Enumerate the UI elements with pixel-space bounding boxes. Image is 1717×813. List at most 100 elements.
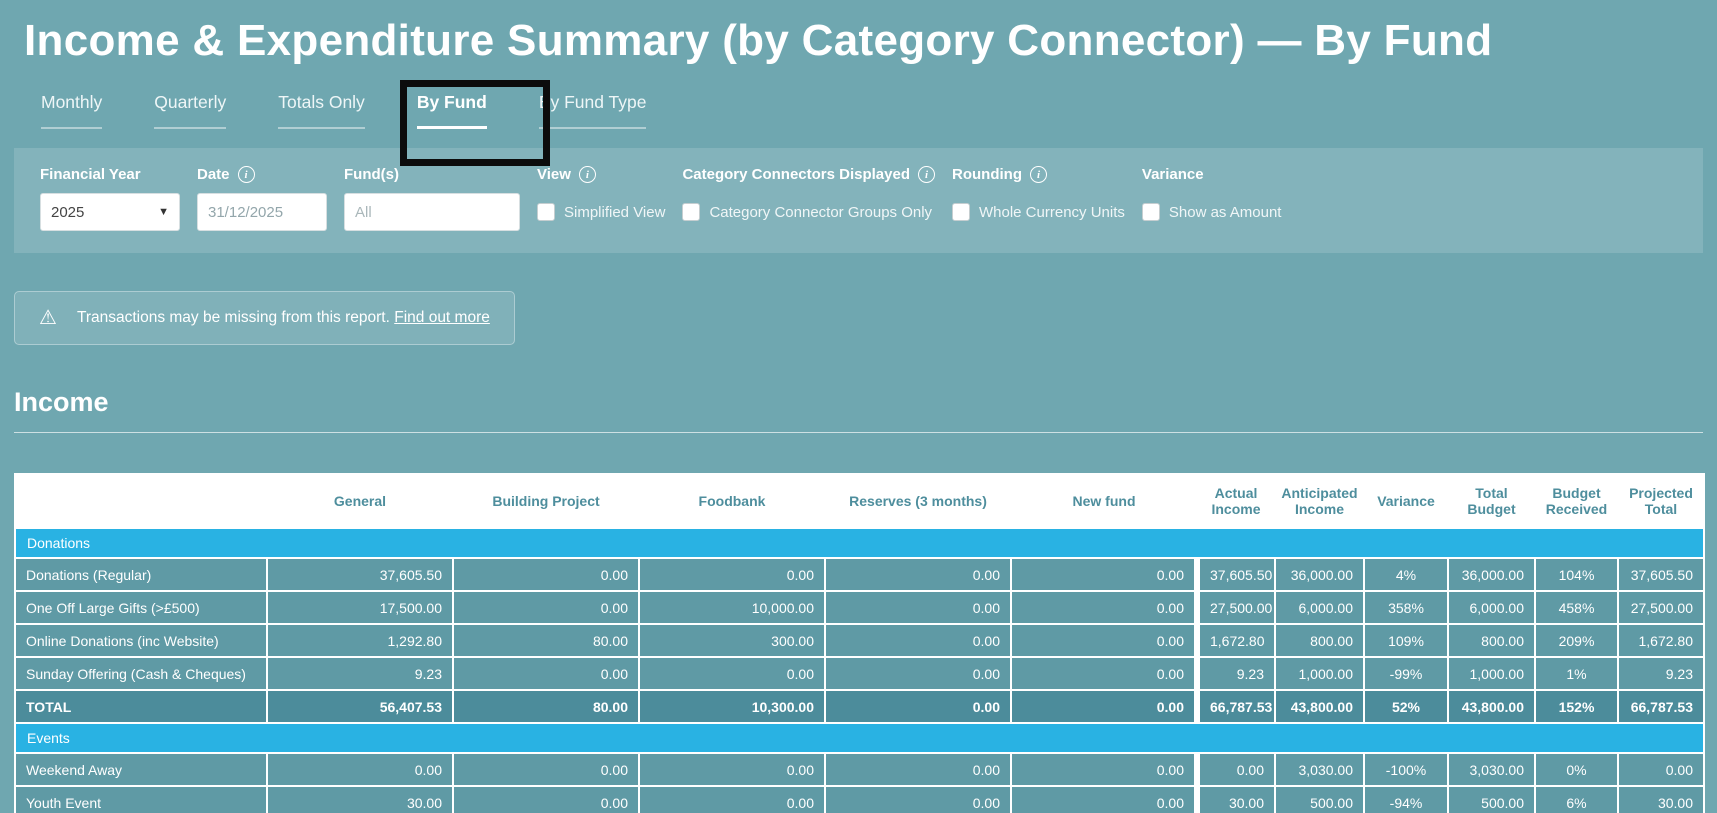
cell: 36,000.00 [1447, 557, 1536, 592]
funds-input[interactable] [344, 193, 520, 231]
column-header: Reserves (3 months) [824, 473, 1012, 529]
tab-quarterly[interactable]: Quarterly [154, 92, 227, 129]
cell: 0% [1534, 752, 1619, 787]
tab-by-fund-type[interactable]: By Fund Type [538, 92, 647, 129]
cell: 6,000.00 [1274, 590, 1365, 625]
cell: 0.00 [824, 590, 1012, 625]
column-header: Anticipated Income [1274, 473, 1365, 529]
row-label: Donations (Regular) [14, 557, 268, 592]
column-header: Actual Income [1196, 473, 1276, 529]
cell: 0.00 [452, 752, 640, 787]
cell: 0.00 [1194, 752, 1276, 787]
find-out-more-link[interactable]: Find out more [394, 309, 490, 326]
info-icon[interactable]: i [578, 166, 596, 183]
cell: 0.00 [1010, 752, 1198, 787]
table-row: Online Donations (inc Website) 1,292.80 80… [14, 623, 1705, 658]
connectors-group: Category Connectors Displayed i Category… [682, 166, 935, 231]
cell: 4% [1363, 557, 1449, 592]
divider [14, 432, 1703, 433]
total-row: TOTAL 56,407.53 80.00 10,300.00 0.00 0.00 66,7… [14, 689, 1705, 724]
view-group: View i Simplified View [537, 166, 665, 231]
whole-currency-units-label: Whole Currency Units [979, 203, 1125, 221]
income-section-title: Income [14, 387, 109, 417]
variance-group: Variance Show as Amount [1141, 166, 1282, 231]
whole-currency-units-checkbox[interactable] [952, 203, 970, 221]
cell: 0.00 [1010, 623, 1198, 658]
cell: 0.00 [638, 656, 826, 691]
cell: 0.00 [824, 623, 1012, 658]
cell: 17,500.00 [266, 590, 454, 625]
tab-by-fund[interactable]: By Fund [416, 92, 487, 129]
financial-year-group: Financial Year 2025 ▼ [40, 166, 180, 231]
rounding-label: Rounding i [952, 166, 1125, 183]
section-row: Donations [14, 527, 1705, 559]
cell: 0.00 [824, 689, 1012, 724]
cell: 6% [1534, 785, 1619, 813]
cell: 1,000.00 [1447, 656, 1536, 691]
warning-text: Transactions may be missing from this re… [76, 309, 490, 326]
tab-monthly[interactable]: Monthly [41, 92, 103, 129]
cell: 0.00 [1010, 785, 1198, 813]
cell: 27,500.00 [1194, 590, 1276, 625]
column-header: New fund [1010, 473, 1198, 529]
cell: 30.00 [1194, 785, 1276, 813]
row-label: Online Donations (inc Website) [14, 623, 268, 658]
warning-icon: ⚠ [39, 307, 57, 329]
cell: 36,000.00 [1274, 557, 1365, 592]
cell: 0.00 [638, 752, 826, 787]
cell: 1,672.80 [1617, 623, 1705, 658]
cell: 6,000.00 [1447, 590, 1536, 625]
funds-label: Fund(s) [344, 166, 399, 183]
date-group: Date i [197, 166, 327, 231]
column-header: Budget Received [1534, 473, 1619, 529]
row-label: Sunday Offering (Cash & Cheques) [14, 656, 268, 691]
financial-year-value: 2025 [51, 203, 85, 221]
cell: 9.23 [266, 656, 454, 691]
cell: 0.00 [452, 590, 640, 625]
financial-year-select[interactable]: 2025 ▼ [40, 193, 180, 231]
cell: 0.00 [824, 752, 1012, 787]
cell: 27,500.00 [1617, 590, 1705, 625]
connector-groups-only-label: Category Connector Groups Only [709, 203, 933, 221]
row-label: Youth Event [14, 785, 268, 813]
section-label: Events [14, 722, 1705, 754]
page: Income & Expenditure Summary (by Categor… [0, 0, 1717, 813]
column-header: Variance [1363, 473, 1449, 529]
column-header: Projected Total [1617, 473, 1705, 529]
rounding-group: Rounding i Whole Currency Units [952, 166, 1125, 231]
cell: 9.23 [1194, 656, 1276, 691]
cell: 3,030.00 [1447, 752, 1536, 787]
simplified-view-checkbox[interactable] [537, 203, 555, 221]
section-row: Events [14, 722, 1705, 754]
show-as-amount-label: Show as Amount [1168, 203, 1282, 221]
info-icon[interactable]: i [237, 166, 255, 183]
table-row: Sunday Offering (Cash & Cheques) 9.23 0.00… [14, 656, 1705, 691]
cell: 0.00 [638, 557, 826, 592]
chevron-down-icon: ▼ [158, 206, 169, 218]
column-header [14, 473, 268, 529]
cell: 152% [1534, 689, 1619, 724]
view-label: View i [537, 166, 665, 183]
cell: 0.00 [824, 656, 1012, 691]
cell: 0.00 [1010, 557, 1198, 592]
date-input[interactable] [197, 193, 327, 231]
info-icon[interactable]: i [1029, 166, 1047, 183]
cell: 30.00 [1617, 785, 1705, 813]
info-icon[interactable]: i [918, 166, 935, 183]
show-as-amount-checkbox[interactable] [1141, 203, 1160, 221]
cell: 358% [1363, 590, 1449, 625]
cell: 3,030.00 [1274, 752, 1365, 787]
cell: 37,605.50 [1617, 557, 1705, 592]
funds-group: Fund(s) [344, 166, 520, 231]
cell: 9.23 [1617, 656, 1705, 691]
cell: 0.00 [824, 785, 1012, 813]
connector-groups-only-checkbox[interactable] [682, 203, 701, 221]
tab-totals-only[interactable]: Totals Only [278, 92, 365, 129]
date-label: Date i [197, 166, 327, 183]
cell: 0.00 [1010, 689, 1198, 724]
cell: -99% [1363, 656, 1449, 691]
filter-bar: Financial Year 2025 ▼ Date i Fund(s) [14, 148, 1703, 253]
cell: 56,407.53 [266, 689, 454, 724]
income-table: General Building Project Foodbank Reserves … [14, 473, 1705, 813]
column-header: General [266, 473, 454, 529]
